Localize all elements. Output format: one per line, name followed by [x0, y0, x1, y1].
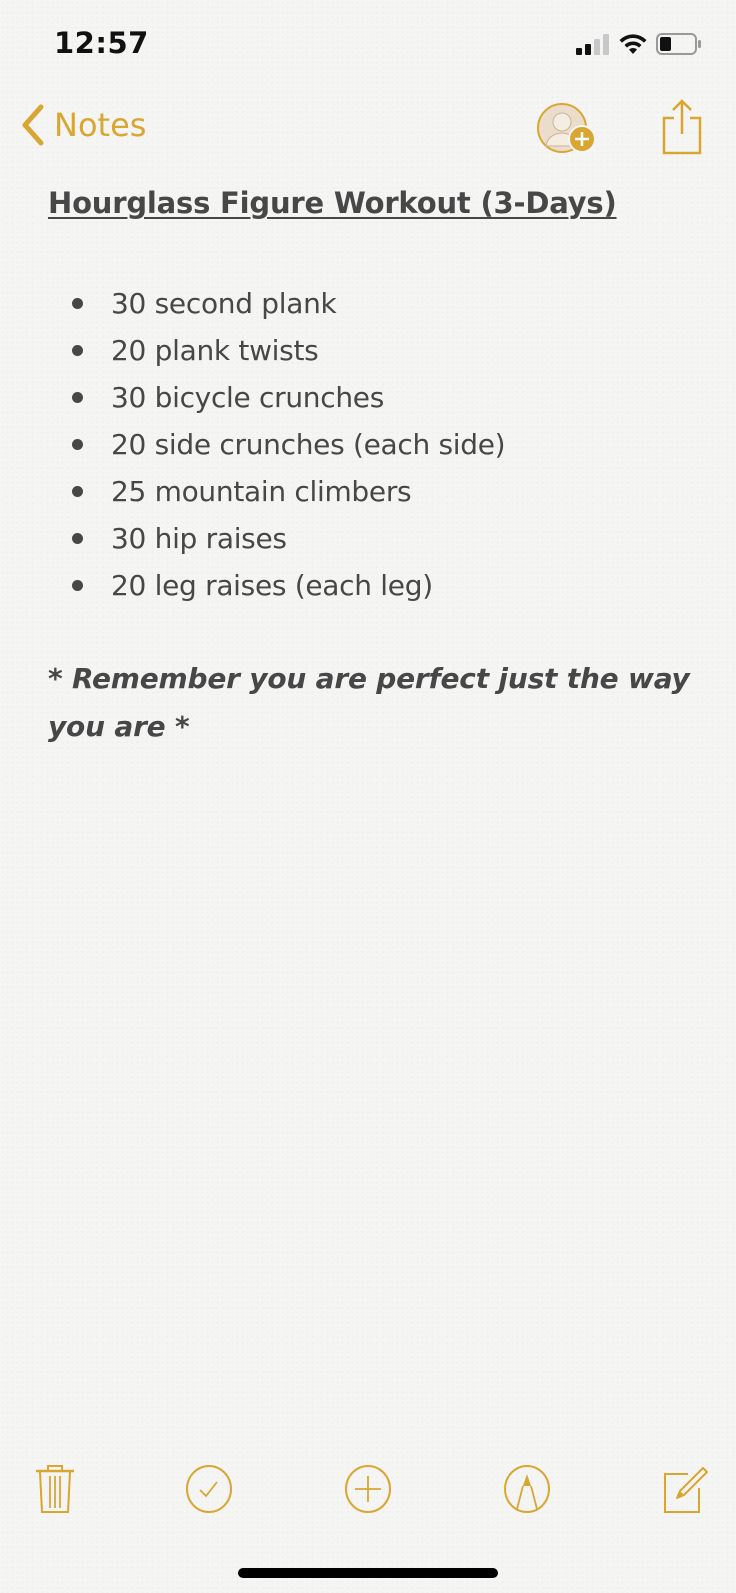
list-item-text: 20 plank twists [111, 334, 319, 367]
note-title: Hourglass Figure Workout (3-Days) [48, 186, 617, 220]
cellular-signal-icon [576, 34, 609, 55]
list-item: 30 hip raises [48, 515, 696, 562]
list-item-text: 30 second plank [111, 287, 337, 320]
bullet-icon [72, 439, 83, 450]
share-icon [662, 99, 702, 155]
bullet-icon [72, 580, 83, 591]
status-icons [576, 33, 702, 55]
compose-button[interactable] [656, 1456, 716, 1522]
checkmark-circle-icon [186, 1465, 232, 1513]
add-button[interactable] [338, 1456, 398, 1522]
bullet-icon [72, 486, 83, 497]
list-item: 30 bicycle crunches [48, 374, 696, 421]
bullet-icon [72, 345, 83, 356]
home-indicator[interactable] [238, 1568, 498, 1578]
plus-circle-icon [345, 1465, 391, 1513]
list-item: 20 leg raises (each leg) [48, 562, 696, 609]
wifi-icon [619, 34, 647, 54]
back-button[interactable]: Notes [20, 104, 146, 146]
bottom-toolbar [0, 1456, 736, 1522]
list-item: 20 side crunches (each side) [48, 421, 696, 468]
bullet-icon [72, 533, 83, 544]
delete-button[interactable] [25, 1456, 85, 1522]
bullet-icon [72, 392, 83, 403]
chevron-left-icon [22, 104, 44, 146]
list-item-text: 30 hip raises [111, 522, 287, 555]
back-label: Notes [54, 106, 147, 144]
share-button[interactable] [660, 98, 704, 156]
battery-icon [656, 33, 701, 55]
list-item: 20 plank twists [48, 327, 696, 374]
list-item: 25 mountain climbers [48, 468, 696, 515]
pen-circle-icon [504, 1465, 550, 1513]
status-time: 12:57 [54, 26, 149, 60]
list-item-text: 25 mountain climbers [111, 475, 412, 508]
list-item-text: 20 side crunches (each side) [111, 428, 506, 461]
checklist-button[interactable] [179, 1456, 239, 1522]
markup-button[interactable] [497, 1456, 557, 1522]
list-item-text: 20 leg raises (each leg) [111, 569, 433, 602]
note-quote: * Remember you are perfect just the way … [48, 662, 690, 743]
bullet-icon [72, 298, 83, 309]
trash-icon [36, 1465, 74, 1513]
list-item: 30 second plank [48, 280, 696, 327]
exercise-list: 30 second plank 20 plank twists 30 bicyc… [48, 280, 696, 609]
compose-icon [664, 1467, 708, 1513]
list-item-text: 30 bicycle crunches [111, 381, 385, 414]
note-body[interactable]: Hourglass Figure Workout (3-Days) 30 sec… [48, 186, 696, 751]
add-people-button[interactable] [536, 102, 604, 156]
add-person-icon [537, 103, 596, 153]
